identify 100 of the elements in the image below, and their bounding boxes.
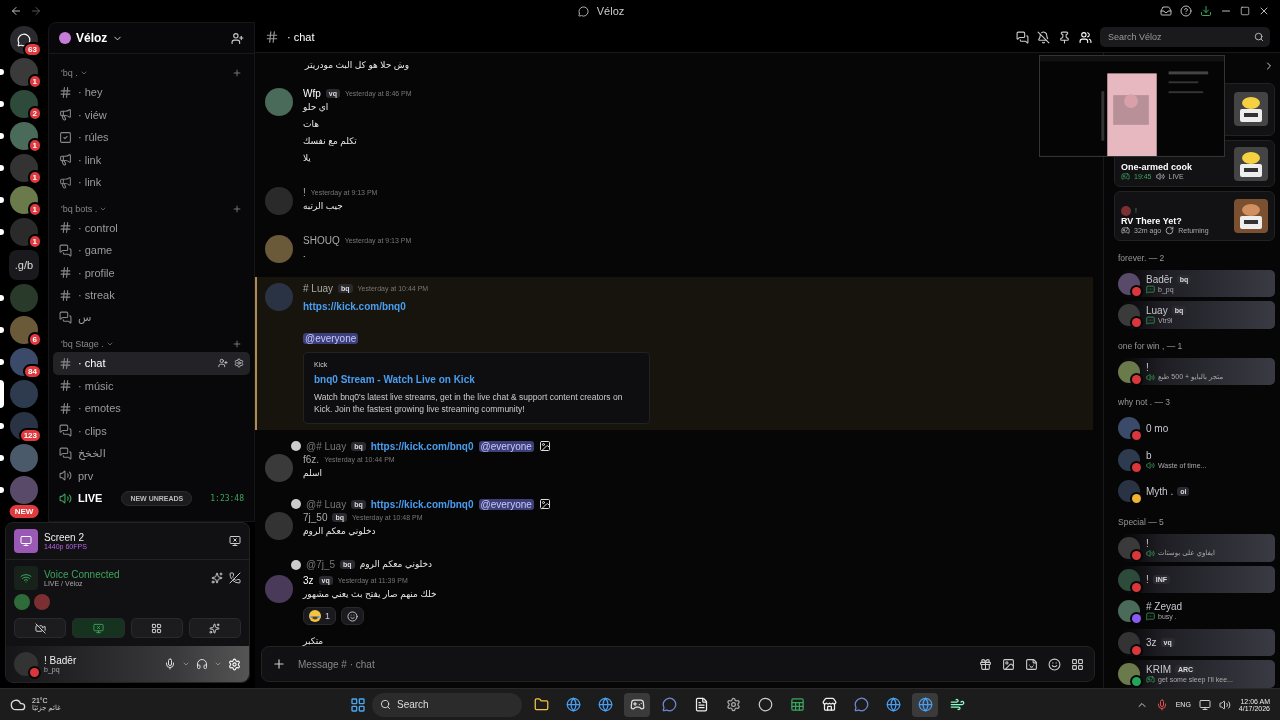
start-icon[interactable] xyxy=(350,696,366,713)
channel-item[interactable]: · profile xyxy=(53,261,250,284)
member-name[interactable]: # Zeyad xyxy=(1146,601,1183,613)
activities-button[interactable] xyxy=(130,618,183,638)
author-name[interactable]: SHOUQ xyxy=(303,235,340,246)
apps-icon[interactable] xyxy=(1071,657,1084,671)
microphone-icon[interactable] xyxy=(164,658,176,670)
server-icon[interactable]: 84 xyxy=(10,348,38,376)
add-channel-icon[interactable] xyxy=(232,203,242,214)
link[interactable]: https://kick.com/bnq0 xyxy=(370,498,474,510)
search-field[interactable]: Search Véloz xyxy=(1106,31,1250,43)
member-name[interactable]: ! xyxy=(1146,537,1149,549)
add-channel-icon[interactable] xyxy=(232,339,242,349)
channel-item[interactable]: س xyxy=(53,306,250,329)
maximize-icon[interactable] xyxy=(1240,6,1250,16)
channel-item[interactable]: · hey xyxy=(53,81,250,104)
members-icon[interactable] xyxy=(1079,30,1092,44)
chevron-icon[interactable] xyxy=(214,660,222,668)
channel-item[interactable]: · game xyxy=(53,239,250,262)
channel-item[interactable]: · músic xyxy=(53,374,250,397)
invite-icon[interactable] xyxy=(231,31,244,45)
embed-title[interactable]: bnq0 Stream - Watch Live on Kick xyxy=(314,374,639,385)
taskbar-app[interactable] xyxy=(912,692,938,717)
taskbar-app[interactable] xyxy=(624,692,650,717)
gamepad-icon xyxy=(1121,172,1130,182)
author-name[interactable]: 3z xyxy=(303,575,314,586)
message-field[interactable]: Message # · chat xyxy=(296,657,969,671)
mute-icon[interactable] xyxy=(1037,30,1050,44)
channel-item[interactable]: prv xyxy=(53,464,250,487)
channel-item[interactable]: · clips xyxy=(53,419,250,442)
server-icon[interactable] xyxy=(10,444,38,472)
speaker-icon xyxy=(1155,172,1165,182)
soundboard-button[interactable] xyxy=(188,618,241,638)
gift-icon[interactable] xyxy=(979,657,992,671)
headphones-icon[interactable] xyxy=(196,658,208,670)
author-name[interactable]: Wfp xyxy=(303,88,321,99)
sticker-icon[interactable] xyxy=(1025,657,1038,671)
author-name[interactable]: f6z. xyxy=(303,454,320,465)
network-icon[interactable] xyxy=(1198,698,1211,711)
link[interactable]: https://kick.com/bnq0 xyxy=(303,301,406,312)
server-icon[interactable]: 123 xyxy=(10,412,38,440)
author-name[interactable]: 7j_50 xyxy=(303,512,328,523)
member-name[interactable]: ! xyxy=(1146,361,1149,373)
download-icon[interactable] xyxy=(1200,5,1212,17)
screen-share-button[interactable] xyxy=(72,618,125,638)
channel-item[interactable]: · emotes xyxy=(53,397,250,420)
pin-icon[interactable] xyxy=(1058,30,1071,44)
threads-icon[interactable] xyxy=(1016,30,1029,44)
server-icon[interactable]: 63 xyxy=(10,26,38,54)
add-channel-icon[interactable] xyxy=(232,68,242,78)
channel-item[interactable]: الخخخ xyxy=(53,442,250,465)
camera-button[interactable] xyxy=(14,618,67,638)
member-name[interactable]: KRIM xyxy=(1146,664,1171,676)
emoji-icon[interactable] xyxy=(1048,657,1061,671)
channel-item[interactable]: · rúles xyxy=(53,126,250,149)
author-name[interactable]: # Luay xyxy=(303,283,334,294)
store-icon xyxy=(821,697,837,712)
channel-item[interactable]: · link xyxy=(53,148,250,171)
microphone-icon[interactable] xyxy=(1155,698,1168,711)
category-name[interactable]: 'bq . xyxy=(61,68,78,78)
volume-icon[interactable] xyxy=(1218,698,1231,711)
settings-icon[interactable] xyxy=(234,358,244,369)
category-name[interactable]: 'bq Stage . xyxy=(61,339,104,349)
inbox-icon[interactable] xyxy=(1160,5,1172,17)
author-name[interactable]: ! xyxy=(303,187,306,198)
channel-item[interactable]: · streak xyxy=(53,284,250,307)
member-name[interactable]: Luay xyxy=(1146,305,1168,317)
channel-item[interactable]: · control xyxy=(53,216,250,239)
member-name[interactable]: 0 mo xyxy=(1146,422,1169,434)
live-timer: 1:23:48 xyxy=(210,493,244,503)
channel-item[interactable]: · viéw xyxy=(53,103,250,126)
channel-item[interactable]: · chat xyxy=(53,352,250,375)
member-name[interactable]: ! xyxy=(1146,574,1149,585)
member-name[interactable]: 3z xyxy=(1146,637,1157,649)
add-reaction-button[interactable] xyxy=(341,607,364,625)
member-name[interactable]: b xyxy=(1146,449,1152,461)
message-bar[interactable]: Message # · chat xyxy=(261,646,1095,682)
server-name[interactable]: Véloz xyxy=(76,31,108,45)
help-icon[interactable] xyxy=(1180,5,1192,17)
back-icon[interactable] xyxy=(10,5,22,17)
mention: @everyone xyxy=(478,440,534,452)
category-name[interactable]: 'bq bots . xyxy=(61,203,98,214)
image-icon xyxy=(538,498,551,510)
server-icon xyxy=(59,32,71,44)
disconnect-icon[interactable] xyxy=(229,572,241,584)
search-bar[interactable]: Search Véloz xyxy=(1100,27,1270,47)
stop-stream-icon[interactable] xyxy=(229,535,241,547)
member-name[interactable]: Badēr xyxy=(1146,273,1173,285)
chevron-icon[interactable] xyxy=(182,660,190,668)
link[interactable]: https://kick.com/bnq0 xyxy=(370,440,474,452)
channel-item[interactable]: · link xyxy=(53,171,250,194)
avatar xyxy=(265,512,293,540)
reply-author: @# Luay xyxy=(306,440,347,452)
close-icon[interactable] xyxy=(1258,5,1270,17)
add-icon[interactable] xyxy=(272,657,286,671)
taskbar-search[interactable]: Search xyxy=(372,692,522,717)
server-icon[interactable]: .g/b xyxy=(9,250,39,280)
invite-icon[interactable] xyxy=(218,358,228,369)
member-name[interactable]: Myth . xyxy=(1146,485,1174,497)
reaction[interactable]: 1 xyxy=(303,607,336,625)
